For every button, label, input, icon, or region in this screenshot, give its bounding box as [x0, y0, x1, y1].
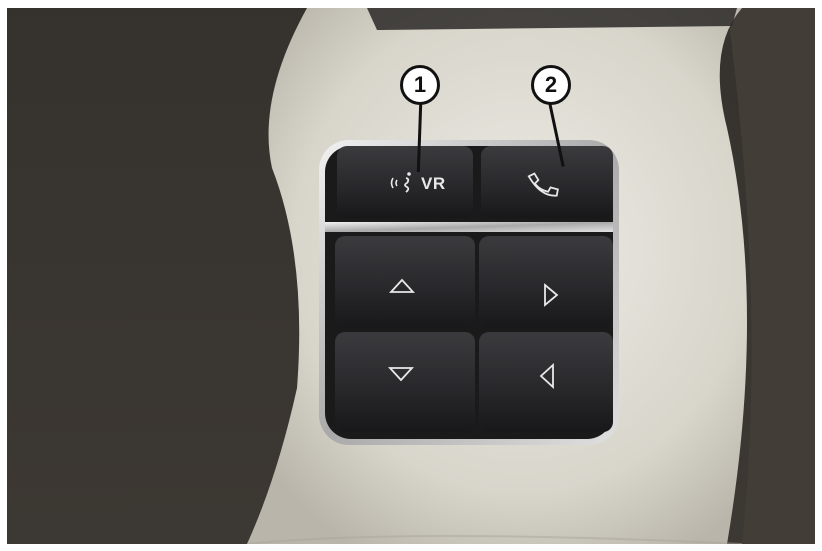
image-border	[0, 1, 822, 551]
